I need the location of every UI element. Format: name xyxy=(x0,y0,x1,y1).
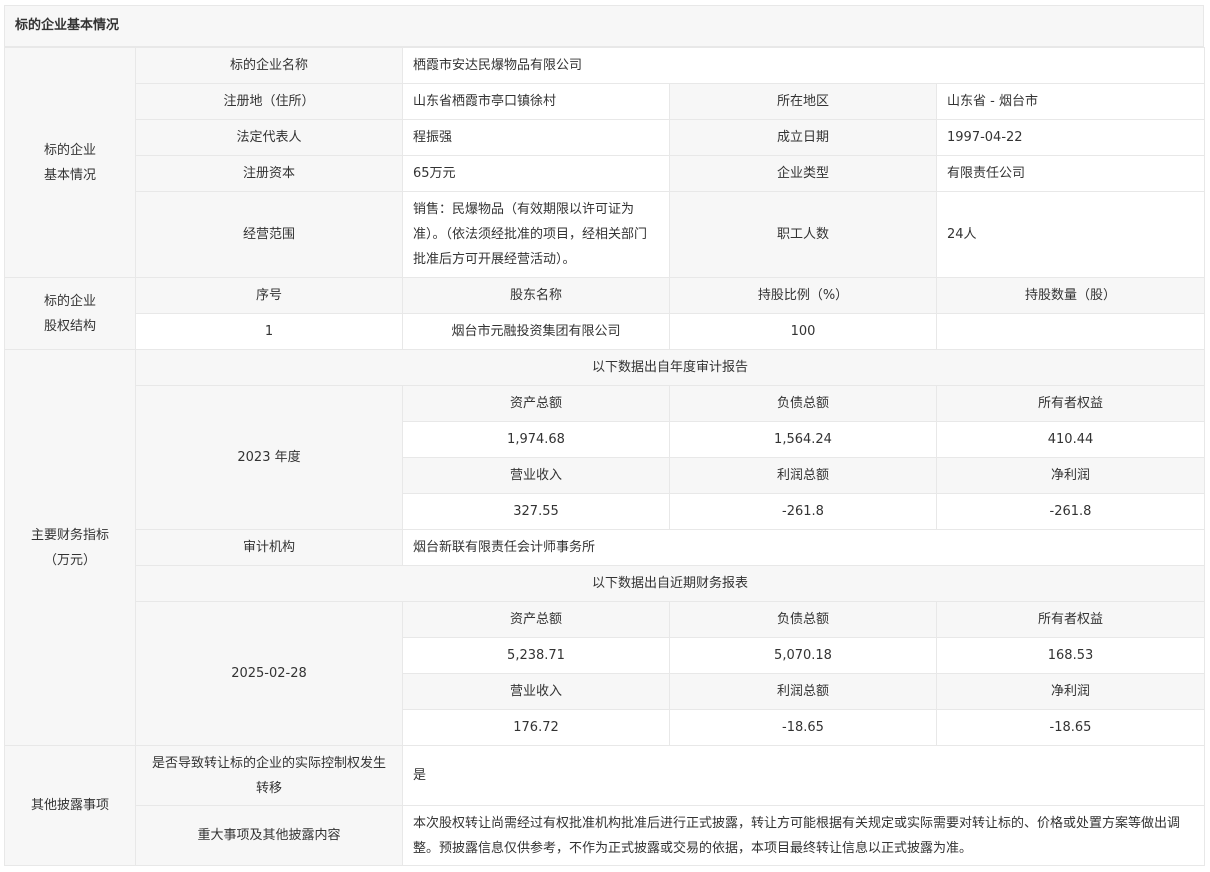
company-name-label: 标的企业名称 xyxy=(135,47,403,84)
group-other: 其他披露事项 xyxy=(4,745,136,866)
recent-liabilities-value: 5,070.18 xyxy=(669,637,937,674)
annual-assets-label: 资产总额 xyxy=(402,385,670,422)
row-equity-header: 标的企业 股权结构 序号 股东名称 持股比例（%） 持股数量（股） xyxy=(4,277,1206,350)
group-basic-label-2: 基本情况 xyxy=(43,167,96,183)
equity-header-index: 序号 xyxy=(135,277,403,314)
annual-profit-label: 利润总额 xyxy=(669,457,937,494)
recent-net-profit-value: -18.65 xyxy=(935,709,1206,746)
annual-profit-value: -261.8 xyxy=(669,493,937,530)
auditor-value: 烟台新联有限责任会计师事务所 xyxy=(401,529,1206,566)
equity-shares xyxy=(935,313,1206,350)
basic-info-panel: 标的企业基本情况 标的企业 基本情况 标的企业名称 栖霞市安达民爆物品有限公司 … xyxy=(4,5,1206,866)
row-legal: 法定代表人 程振强 成立日期 1997-04-22 xyxy=(5,119,1206,156)
group-equity-label-1: 标的企业 xyxy=(43,293,96,309)
staff-label: 职工人数 xyxy=(669,191,937,278)
legal-label: 法定代表人 xyxy=(135,119,403,156)
control-value: 是 xyxy=(401,745,1206,806)
group-equity-label-2: 股权结构 xyxy=(43,318,96,334)
equity-header-ratio: 持股比例（%） xyxy=(669,277,937,314)
capital-value: 65万元 xyxy=(402,155,670,192)
equity-index: 1 xyxy=(135,313,403,350)
group-basic: 标的企业 基本情况 xyxy=(4,47,136,278)
row-auditor: 审计机构 烟台新联有限责任会计师事务所 xyxy=(5,529,1206,566)
recent-revenue-label: 营业收入 xyxy=(402,673,670,710)
equity-header-holder: 股东名称 xyxy=(402,277,670,314)
group-finance-label-1: 主要财务指标 xyxy=(30,527,109,543)
annual-note: 以下数据出自年度审计报告 xyxy=(134,349,1206,386)
row-major-matters: 重大事项及其他披露内容 本次股权转让尚需经过有权批准机构批准后进行正式披露，转让… xyxy=(5,805,1206,866)
staff-value: 24人 xyxy=(935,191,1206,278)
annual-equity-label: 所有者权益 xyxy=(935,385,1206,422)
row-annual-note: 主要财务指标 （万元） 以下数据出自年度审计报告 xyxy=(4,349,1206,746)
recent-revenue-value: 176.72 xyxy=(402,709,670,746)
group-equity: 标的企业 股权结构 xyxy=(4,277,136,350)
recent-note: 以下数据出自近期财务报表 xyxy=(134,565,1206,602)
row-control-change: 其他披露事项 是否导致转让标的企业的实际控制权发生转移 是 xyxy=(4,745,1206,866)
row-scope: 经营范围 销售：民爆物品（有效期限以许可证为准）。（依法须经批准的项目，经相关部… xyxy=(5,191,1206,278)
major-label: 重大事项及其他披露内容 xyxy=(135,805,403,866)
type-value: 有限责任公司 xyxy=(935,155,1206,192)
row-capital: 注册资本 65万元 企业类型 有限责任公司 xyxy=(5,155,1206,192)
control-label: 是否导致转让标的企业的实际控制权发生转移 xyxy=(135,745,403,806)
equity-header-shares: 持股数量（股） xyxy=(935,277,1206,314)
recent-profit-label: 利润总额 xyxy=(669,673,937,710)
region-value: 山东省 - 烟台市 xyxy=(935,83,1206,120)
reg-label: 注册地（住所） xyxy=(135,83,403,120)
annual-net-profit-label: 净利润 xyxy=(935,457,1206,494)
recent-equity-value: 168.53 xyxy=(935,637,1206,674)
annual-net-profit-value: -261.8 xyxy=(935,493,1206,530)
scope-value: 销售：民爆物品（有效期限以许可证为准）。（依法须经批准的项目，经相关部门批准后方… xyxy=(402,191,670,278)
company-name-value: 栖霞市安达民爆物品有限公司 xyxy=(401,47,1206,84)
recent-profit-value: -18.65 xyxy=(669,709,937,746)
equity-ratio: 100 xyxy=(669,313,937,350)
section-title: 标的企业基本情况 xyxy=(4,5,1204,47)
major-value: 本次股权转让尚需经过有权批准机构批准后进行正式披露，转让方可能根据有关规定或实际… xyxy=(401,805,1206,866)
recent-assets-label: 资产总额 xyxy=(402,601,670,638)
founded-label: 成立日期 xyxy=(669,119,937,156)
annual-revenue-value: 327.55 xyxy=(402,493,670,530)
group-finance-label-2: （万元） xyxy=(43,552,96,568)
annual-liabilities-label: 负债总额 xyxy=(669,385,937,422)
annual-liabilities-value: 1,564.24 xyxy=(669,421,937,458)
founded-value: 1997-04-22 xyxy=(935,119,1206,156)
group-finance: 主要财务指标 （万元） xyxy=(4,349,136,746)
annual-revenue-label: 营业收入 xyxy=(402,457,670,494)
legal-value: 程振强 xyxy=(402,119,670,156)
region-label: 所在地区 xyxy=(669,83,937,120)
group-basic-label-1: 标的企业 xyxy=(43,142,96,158)
info-table: 标的企业 基本情况 标的企业名称 栖霞市安达民爆物品有限公司 注册地（住所） 山… xyxy=(4,47,1206,866)
equity-holder: 烟台市元融投资集团有限公司 xyxy=(402,313,670,350)
reg-value: 山东省栖霞市亭口镇徐村 xyxy=(402,83,670,120)
type-label: 企业类型 xyxy=(669,155,937,192)
recent-net-profit-label: 净利润 xyxy=(935,673,1206,710)
recent-assets-value: 5,238.71 xyxy=(402,637,670,674)
recent-liabilities-label: 负债总额 xyxy=(669,601,937,638)
row-annual-headers-1: 2023 年度 资产总额 负债总额 所有者权益 xyxy=(5,385,1206,530)
table-row: 1 烟台市元融投资集团有限公司 100 xyxy=(5,313,1206,350)
row-recent-note: 以下数据出自近期财务报表 xyxy=(5,565,1206,602)
row-registration: 注册地（住所） 山东省栖霞市亭口镇徐村 所在地区 山东省 - 烟台市 xyxy=(5,83,1206,120)
annual-equity-value: 410.44 xyxy=(935,421,1206,458)
scope-label: 经营范围 xyxy=(135,191,403,278)
row-recent-headers-1: 2025-02-28 资产总额 负债总额 所有者权益 xyxy=(5,601,1206,746)
recent-period: 2025-02-28 xyxy=(135,601,403,746)
row-company-name: 标的企业 基本情况 标的企业名称 栖霞市安达民爆物品有限公司 xyxy=(4,47,1206,278)
capital-label: 注册资本 xyxy=(135,155,403,192)
annual-assets-value: 1,974.68 xyxy=(402,421,670,458)
annual-period: 2023 年度 xyxy=(135,385,403,530)
recent-equity-label: 所有者权益 xyxy=(935,601,1206,638)
auditor-label: 审计机构 xyxy=(135,529,403,566)
